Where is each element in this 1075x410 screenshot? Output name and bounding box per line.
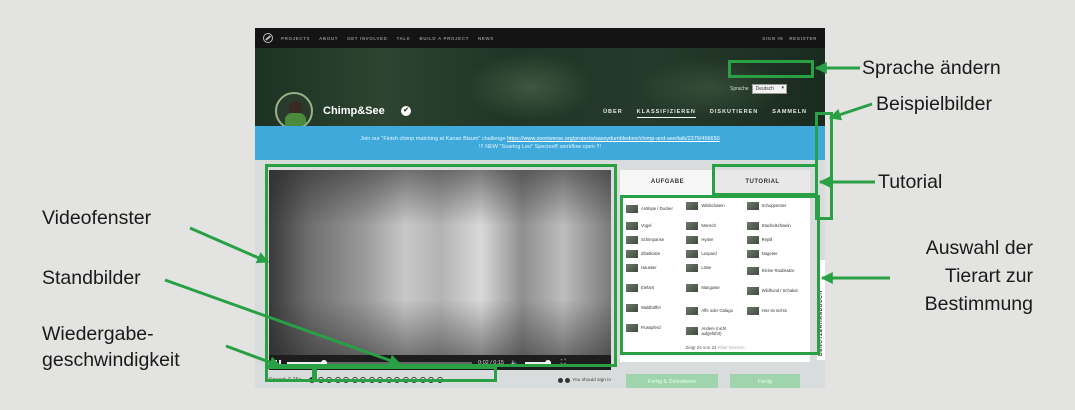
label-examples: Beispielbilder [876, 93, 992, 115]
label-tutorial: Tutorial [878, 171, 943, 193]
label-species-2: Tierart zur [944, 265, 1033, 287]
arrow-video [189, 226, 270, 264]
label-species-1: Auswahl der [925, 237, 1033, 259]
label-speed-2: geschwindigkeit [42, 349, 180, 371]
label-video: Videofenster [42, 207, 152, 229]
label-species-3: Bestimmung [924, 293, 1033, 315]
label-language: Sprache ändern [862, 57, 1001, 79]
label-frames: Standbilder [42, 267, 141, 289]
label-speed-1: Wiedergabe- [42, 323, 154, 345]
figure: PROJECTS ABOUT GET INVOLVED TALK BUILD A… [0, 0, 1075, 410]
arrow-frames [164, 278, 402, 367]
arrow-speed [225, 344, 282, 368]
arrow-examples [828, 102, 873, 121]
